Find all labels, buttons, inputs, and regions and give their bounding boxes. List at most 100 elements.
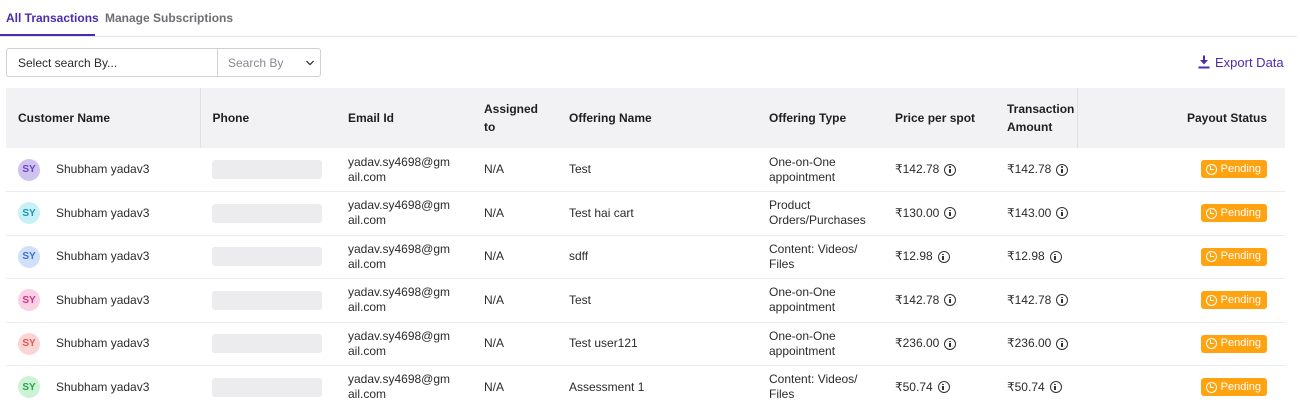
email-cell: yadav.sy4698@gm ail.com <box>348 241 451 271</box>
avatar: SY <box>18 158 40 181</box>
customer-name: Shubham yadav3 <box>56 336 150 351</box>
chevron-down-icon <box>306 60 314 66</box>
info-icon[interactable] <box>937 250 950 263</box>
offering-type-cell: Content: Videos/Files <box>769 372 858 402</box>
customer-cell: SY Shubham yadav3 <box>18 376 200 399</box>
info-icon[interactable] <box>944 337 957 350</box>
customer-name: Shubham yadav3 <box>56 292 150 307</box>
email-cell: yadav.sy4698@gm ail.com <box>348 372 451 402</box>
email-cell: yadav.sy4698@gm ail.com <box>348 154 451 184</box>
email-cell: yadav.sy4698@gm ail.com <box>348 285 451 315</box>
transactions-table: Customer Name Phone Email Id Assigned to … <box>6 88 1285 408</box>
search-bar: Search By <box>6 48 321 77</box>
assigned-to-cell: N/A <box>484 379 505 394</box>
price-per-spot: ₹130.00 <box>895 206 957 221</box>
price-per-spot: ₹50.74 <box>895 380 950 395</box>
status-badge: Pending <box>1200 378 1267 396</box>
info-icon[interactable] <box>944 207 957 220</box>
info-icon[interactable] <box>1056 337 1069 350</box>
phone-redacted <box>212 247 322 267</box>
customer-name: Shubham yadav3 <box>56 205 150 220</box>
email-cell: yadav.sy4698@gm ail.com <box>348 328 451 358</box>
phone-redacted <box>212 290 322 310</box>
phone-redacted <box>212 160 322 179</box>
tab-all-transactions[interactable]: All Transactions <box>6 11 99 25</box>
customer-cell: SY Shubham yadav3 <box>18 245 200 268</box>
table-row[interactable]: SY Shubham yadav3 yadav.sy4698@gm ail.com… <box>6 366 1285 408</box>
info-icon[interactable] <box>944 294 957 307</box>
offering-name-cell: Assessment 1 <box>569 379 645 394</box>
avatar: SY <box>18 332 40 355</box>
price-per-spot: ₹142.78 <box>895 293 957 308</box>
clock-icon <box>1205 338 1217 349</box>
export-data-button[interactable]: Export Data <box>1198 53 1284 71</box>
info-icon[interactable] <box>1056 294 1069 307</box>
table-row[interactable]: SY Shubham yadav3 yadav.sy4698@gm ail.com… <box>6 235 1285 279</box>
price-per-spot: ₹142.78 <box>895 162 957 177</box>
offering-type-cell: One-on-One appointment <box>769 154 836 184</box>
transaction-amount: ₹142.78 <box>1007 162 1069 177</box>
search-input[interactable] <box>7 49 217 76</box>
status-badge: Pending <box>1200 291 1267 309</box>
table-header-row: Customer Name Phone Email Id Assigned to … <box>6 88 1285 148</box>
assigned-to-cell: N/A <box>484 162 505 176</box>
header-offering-type: Offering Type <box>769 111 847 125</box>
status-badge: Pending <box>1200 247 1267 266</box>
search-by-label: Search By <box>228 56 284 70</box>
clock-icon <box>1205 294 1217 306</box>
header-email-id: Email Id <box>348 111 395 125</box>
offering-type-cell: One-on-One appointment <box>769 285 836 315</box>
customer-name: Shubham yadav3 <box>56 249 150 264</box>
export-data-label: Export Data <box>1215 54 1284 70</box>
price-per-spot: ₹236.00 <box>895 336 957 351</box>
info-icon[interactable] <box>1049 381 1062 394</box>
table-row[interactable]: SY Shubham yadav3 yadav.sy4698@gm ail.com… <box>6 322 1285 366</box>
status-badge: Pending <box>1200 204 1267 222</box>
header-offering-name: Offering Name <box>569 111 652 125</box>
info-icon[interactable] <box>1056 163 1069 176</box>
avatar: SY <box>18 289 40 312</box>
header-price-per-spot: Price per spot <box>895 111 976 125</box>
clock-icon <box>1205 207 1217 219</box>
clock-icon <box>1205 251 1217 262</box>
customer-name: Shubham yadav3 <box>56 162 150 176</box>
search-by-select[interactable]: Search By <box>218 49 320 76</box>
download-icon <box>1198 55 1210 69</box>
header-assigned-to: Assigned to <box>484 102 539 134</box>
clock-icon <box>1205 163 1217 175</box>
transaction-amount: ₹50.74 <box>1007 380 1062 395</box>
phone-redacted <box>212 203 322 223</box>
transaction-amount: ₹12.98 <box>1007 249 1062 264</box>
info-icon[interactable] <box>937 381 950 394</box>
email-cell: yadav.sy4698@gm ail.com <box>348 198 451 228</box>
offering-type-cell: Content: Videos/Files <box>769 241 858 271</box>
tab-manage-subscriptions[interactable]: Manage Subscriptions <box>105 11 233 25</box>
header-customer-name: Customer Name <box>18 111 111 125</box>
transaction-amount: ₹143.00 <box>1007 206 1069 221</box>
header-phone: Phone <box>199 88 336 148</box>
status-badge: Pending <box>1200 160 1267 179</box>
offering-type-cell: Product Orders/Purchases <box>769 198 866 228</box>
clock-icon <box>1205 381 1217 393</box>
assigned-to-cell: N/A <box>484 205 505 220</box>
header-transaction-amount: Transaction Amount <box>1007 102 1075 134</box>
info-icon[interactable] <box>944 163 957 176</box>
transaction-amount: ₹142.78 <box>1007 293 1069 308</box>
assigned-to-cell: N/A <box>484 249 505 264</box>
offering-type-cell: One-on-One appointment <box>769 328 836 358</box>
status-badge: Pending <box>1200 334 1267 353</box>
info-icon[interactable] <box>1049 250 1062 263</box>
assigned-to-cell: N/A <box>484 292 505 307</box>
customer-cell: SY Shubham yadav3 <box>18 202 200 225</box>
offering-name-cell: sdff <box>569 249 589 264</box>
table-row[interactable]: SY Shubham yadav3 yadav.sy4698@gm ail.com… <box>6 192 1285 235</box>
active-tab-indicator <box>0 34 95 36</box>
transaction-amount: ₹236.00 <box>1007 336 1069 351</box>
price-per-spot: ₹12.98 <box>895 249 950 264</box>
table-row[interactable]: SY Shubham yadav3 yadav.sy4698@gm ail.com… <box>6 279 1285 322</box>
table-row[interactable]: SY Shubham yadav3 yadav.sy4698@gm ail.com… <box>6 148 1285 192</box>
offering-name-cell: Test hai cart <box>569 205 634 220</box>
info-icon[interactable] <box>1056 207 1069 220</box>
phone-redacted <box>212 334 322 354</box>
offering-name-cell: Test user121 <box>569 336 638 351</box>
